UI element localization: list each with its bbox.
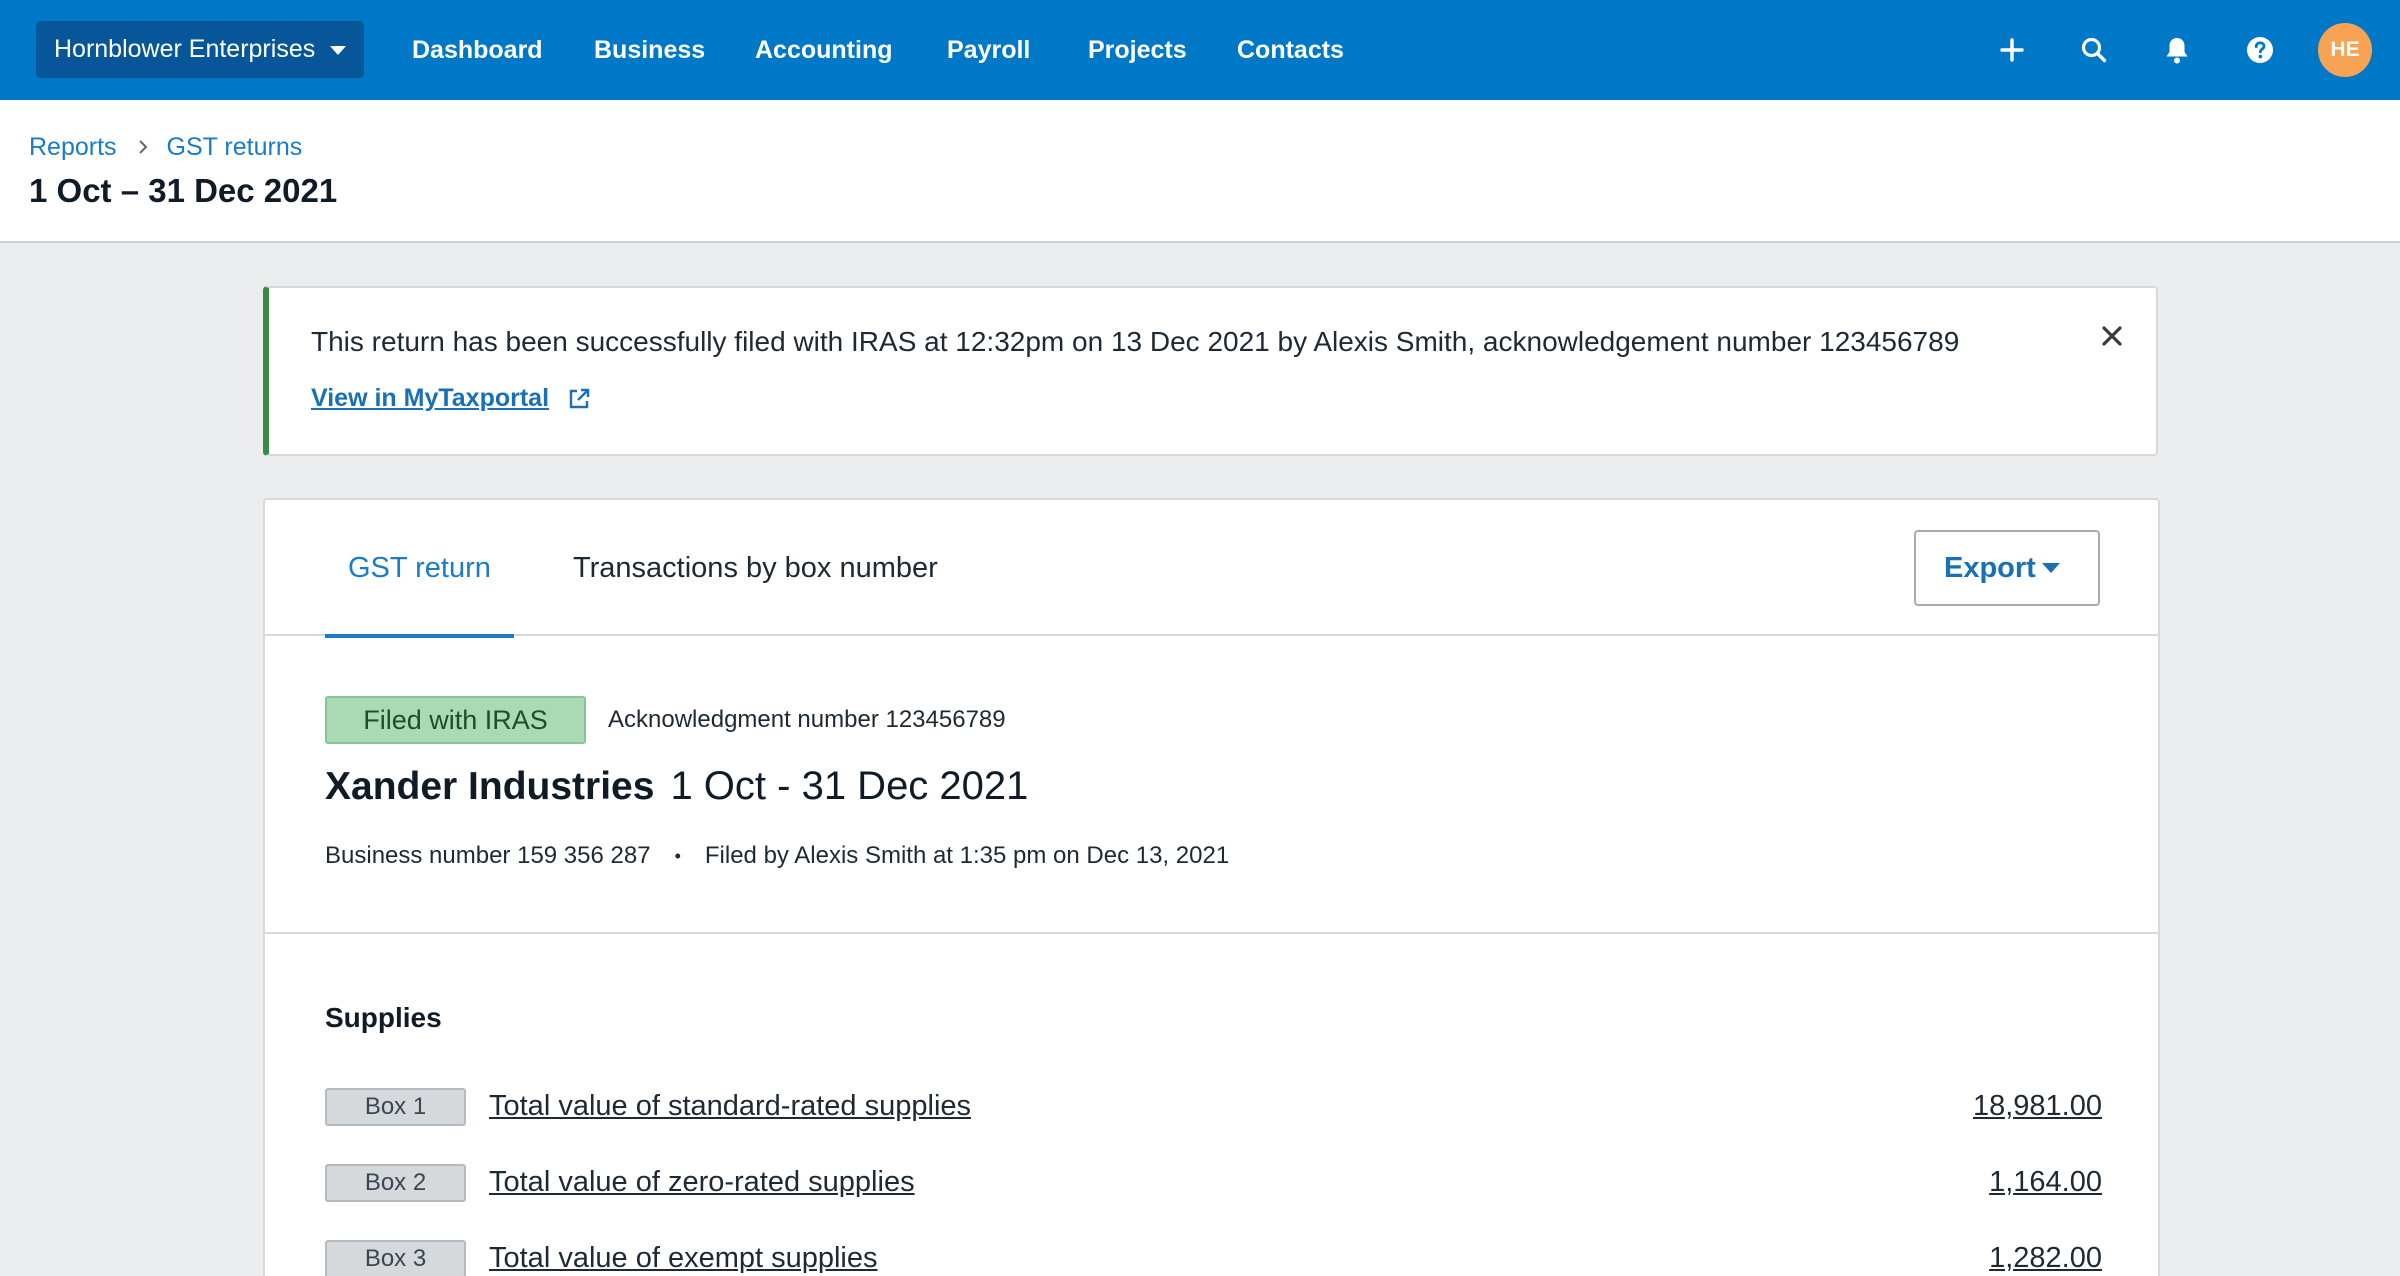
breadcrumb: Reports GST returns: [29, 133, 302, 162]
caret-down-icon: [2042, 563, 2060, 573]
box-label-link[interactable]: Total value of exempt supplies: [489, 1242, 878, 1275]
box-value-link[interactable]: 1,164.00: [1989, 1166, 2102, 1199]
business-name: Xander Industries: [325, 765, 655, 808]
nav-business[interactable]: Business: [594, 0, 705, 100]
box-tag: Box 3: [325, 1240, 466, 1276]
search-icon[interactable]: [2074, 30, 2114, 70]
business-number: Business number 159 356 287: [325, 842, 651, 869]
export-label: Export: [1944, 551, 2036, 584]
report-period: 1 Oct - 31 Dec 2021: [670, 764, 1029, 808]
org-name: Hornblower Enterprises: [54, 35, 316, 63]
box-label-link[interactable]: Total value of zero-rated supplies: [489, 1166, 915, 1199]
box-tag: Box 2: [325, 1164, 466, 1202]
page-header: Reports GST returns 1 Oct – 31 Dec 2021: [0, 100, 2400, 243]
box-row: Box 3 Total value of exempt supplies 1,2…: [325, 1240, 2102, 1276]
nav-projects[interactable]: Projects: [1088, 0, 1187, 100]
nav-contacts[interactable]: Contacts: [1237, 0, 1344, 100]
return-info: Filed with IRAS Acknowledgment number 12…: [265, 638, 2158, 934]
bell-icon[interactable]: [2157, 30, 2197, 70]
external-link-icon: [569, 388, 590, 408]
business-heading: Xander Industries 1 Oct - 31 Dec 2021: [325, 764, 1028, 809]
breadcrumb-gst-returns[interactable]: GST returns: [167, 133, 303, 162]
close-icon[interactable]: [2094, 318, 2130, 354]
export-button[interactable]: Export: [1914, 530, 2100, 606]
banner-message: This return has been successfully filed …: [311, 326, 1960, 357]
box-label-link[interactable]: Total value of standard-rated supplies: [489, 1090, 971, 1123]
business-meta: Business number 159 356 287 • Filed by A…: [325, 842, 1229, 870]
tab-transactions-by-box[interactable]: Transactions by box number: [550, 500, 961, 636]
org-switcher[interactable]: Hornblower Enterprises: [36, 21, 364, 78]
top-nav: Hornblower Enterprises Dashboard Busines…: [0, 0, 2400, 100]
chevron-right-icon: [137, 133, 149, 162]
plus-icon[interactable]: [1992, 30, 2032, 70]
view-in-mytaxportal-link[interactable]: View in MyTaxportal: [311, 384, 591, 413]
success-banner: This return has been successfully filed …: [263, 286, 2158, 456]
filed-by: Filed by Alexis Smith at 1:35 pm on Dec …: [704, 842, 1230, 869]
status-badge: Filed with IRAS: [325, 696, 586, 744]
gst-return-card: GST return Transactions by box number Ex…: [263, 498, 2160, 1276]
avatar[interactable]: HE: [2318, 23, 2372, 77]
box-tag: Box 1: [325, 1088, 466, 1126]
help-icon[interactable]: [2240, 30, 2280, 70]
tab-bar: GST return Transactions by box number Ex…: [265, 500, 2158, 638]
nav-accounting[interactable]: Accounting: [755, 0, 893, 100]
breadcrumb-reports[interactable]: Reports: [29, 133, 117, 162]
tab-gst-return[interactable]: GST return: [325, 500, 514, 638]
box-row: Box 1 Total value of standard-rated supp…: [325, 1088, 2102, 1128]
box-value-link[interactable]: 18,981.00: [1973, 1090, 2102, 1123]
page-title: 1 Oct – 31 Dec 2021: [29, 172, 338, 209]
supplies-heading: Supplies: [325, 1002, 442, 1033]
acknowledgment-number: Acknowledgment number 123456789: [608, 706, 1006, 733]
banner-link-label: View in MyTaxportal: [311, 384, 550, 412]
box-value-link[interactable]: 1,282.00: [1989, 1242, 2102, 1275]
caret-down-icon: [330, 46, 346, 55]
nav-payroll[interactable]: Payroll: [947, 0, 1030, 100]
separator-dot: •: [674, 845, 681, 866]
box-row: Box 2 Total value of zero-rated supplies…: [325, 1164, 2102, 1204]
nav-dashboard[interactable]: Dashboard: [412, 0, 543, 100]
